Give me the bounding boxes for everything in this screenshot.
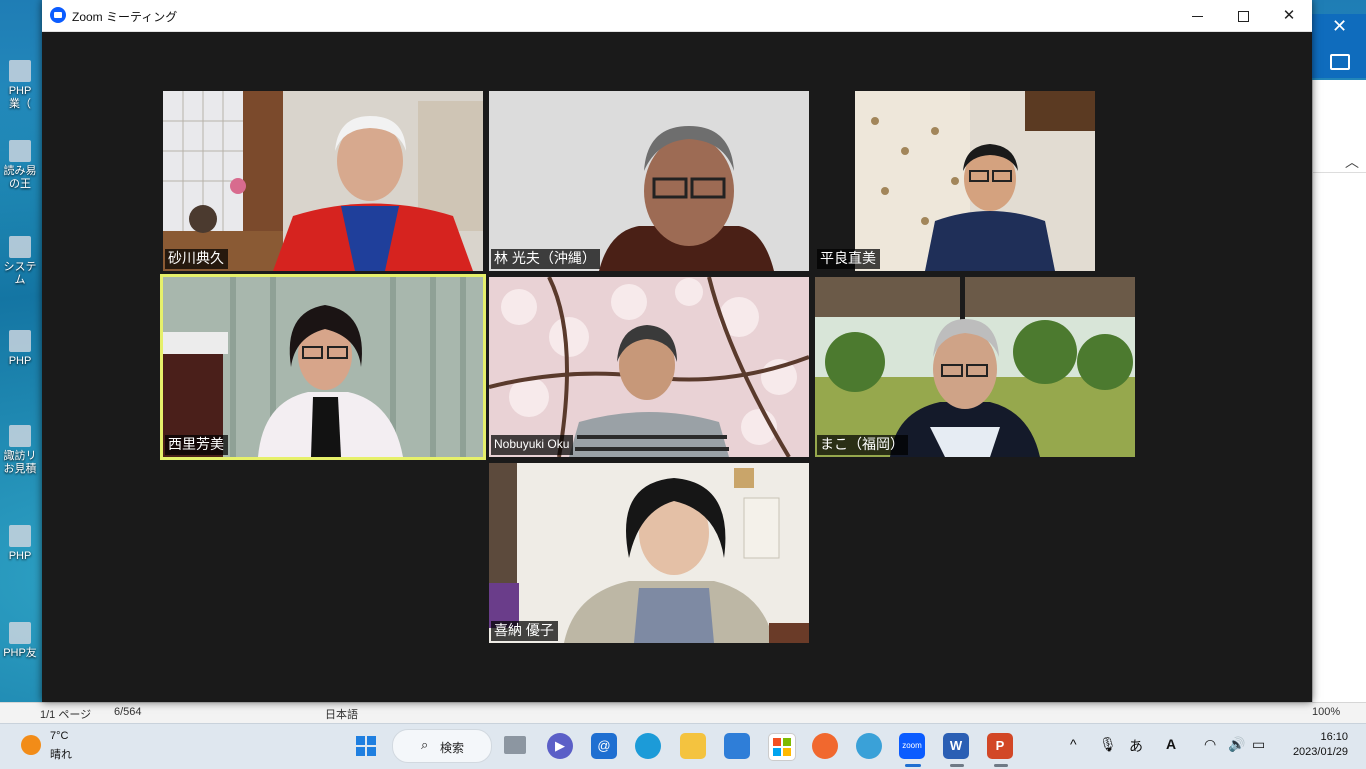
weather-condition[interactable]: 晴れ	[50, 746, 72, 762]
powerpoint-running-indicator	[994, 764, 1008, 767]
file-icon	[9, 60, 31, 82]
file-icon	[9, 236, 31, 258]
system-clock[interactable]: 16:10 2023/01/29	[1286, 730, 1348, 760]
participant-video	[163, 91, 483, 271]
language-indicator: 日本語	[325, 709, 358, 721]
participant-name: まこ（福岡）	[817, 435, 908, 455]
word-running-indicator	[950, 764, 964, 767]
notification-panel: ✕	[1312, 14, 1366, 78]
participant-video	[163, 277, 483, 457]
minimize-icon	[1191, 15, 1203, 17]
chevron-up-icon[interactable]: ︿	[1345, 152, 1359, 172]
powerpoint-icon[interactable]: P	[987, 733, 1013, 759]
pen-icon[interactable]: A	[1166, 736, 1176, 752]
window-title: Zoom ミーティング	[72, 10, 178, 24]
task-view-icon[interactable]	[504, 736, 526, 754]
participant-name: 砂川典久	[165, 249, 228, 269]
page-count: 1/1 ページ	[40, 709, 92, 721]
video-tile[interactable]: 平良直美	[815, 91, 1135, 271]
video-tile[interactable]: 喜納 優子	[489, 463, 809, 643]
weather-app-icon[interactable]	[856, 733, 882, 759]
desktop-icon[interactable]: PHP	[0, 330, 40, 368]
zoom-meeting-window: Zoom ミーティング ✕ 砂川典久 林 光夫（沖縄） 平良直美 西里芳美 No…	[42, 0, 1312, 702]
start-icon[interactable]	[353, 733, 379, 759]
file-explorer-icon[interactable]	[680, 733, 706, 759]
mail-at-icon[interactable]: @	[591, 733, 617, 759]
battery-icon[interactable]: ▭	[1252, 736, 1265, 753]
desktop-icon[interactable]: PHP	[0, 525, 40, 563]
maximize-icon	[1237, 10, 1249, 22]
weather-sun-icon[interactable]	[21, 735, 41, 755]
participant-name: Nobuyuki Oku	[491, 435, 574, 455]
maximize-button[interactable]	[1220, 0, 1266, 31]
mail-icon[interactable]	[724, 733, 750, 759]
participant-video	[489, 463, 809, 643]
title-bar: Zoom ミーティング ✕	[42, 0, 1312, 32]
participant-video	[815, 277, 1135, 457]
desktop-icon[interactable]: 読み易 の王	[0, 140, 40, 191]
file-icon	[9, 330, 31, 352]
edge-icon[interactable]	[635, 733, 661, 759]
video-tile-active-speaker[interactable]: 西里芳美	[160, 274, 486, 460]
weather-temperature[interactable]: 7°C	[50, 730, 68, 742]
close-icon[interactable]: ✕	[1332, 16, 1347, 37]
tray-chevron-icon[interactable]: ^	[1070, 736, 1077, 752]
zoom-logo-icon	[50, 7, 66, 23]
participant-name: 西里芳美	[165, 435, 228, 455]
volume-icon[interactable]: 🔊	[1228, 736, 1245, 753]
zoom-icon[interactable]: zoom	[899, 733, 925, 759]
app-icon[interactable]	[812, 733, 838, 759]
video-tile[interactable]: 砂川典久	[163, 91, 483, 271]
taskbar-search[interactable]: ⌕ 検索	[392, 729, 492, 763]
word-count: 6/564	[114, 706, 142, 718]
desktop-icon[interactable]: 諏訪リ お見積	[0, 425, 40, 476]
desktop-icon[interactable]: システム	[0, 236, 40, 287]
participant-name: 平良直美	[817, 249, 880, 269]
desktop-icon[interactable]: PHP友	[0, 622, 40, 660]
word-icon[interactable]: W	[943, 733, 969, 759]
minimize-button[interactable]	[1174, 0, 1220, 31]
participant-name: 林 光夫（沖縄）	[491, 249, 600, 269]
wifi-icon[interactable]: ◠	[1204, 736, 1216, 753]
store-icon[interactable]	[768, 733, 796, 761]
file-icon	[9, 140, 31, 162]
file-icon	[9, 425, 31, 447]
taskbar: 7°C 晴れ ⌕ 検索 ▶ @ zoom W P ^ 🎙 あ A ◠ 🔊 ▭ 1…	[0, 723, 1366, 769]
clock-date: 2023/01/29	[1292, 746, 1348, 758]
chat-icon[interactable]: ▶	[547, 733, 573, 759]
close-button[interactable]: ✕	[1266, 0, 1312, 31]
desktop-icon[interactable]: PHP 業（	[0, 60, 40, 111]
word-status-bar: 1/1 ページ 6/564 日本語 100%	[0, 702, 1366, 724]
participant-video	[489, 91, 809, 271]
participant-video	[489, 277, 809, 457]
video-tile[interactable]: 林 光夫（沖縄）	[489, 91, 809, 271]
video-tile[interactable]: まこ（福岡）	[815, 277, 1135, 457]
participant-name: 喜納 優子	[491, 621, 558, 641]
ime-indicator[interactable]: あ	[1129, 736, 1143, 756]
zoom-active-indicator	[905, 764, 921, 767]
participant-video	[815, 91, 1135, 271]
ruler-line	[1313, 172, 1366, 173]
clock-time: 16:10	[1320, 731, 1348, 743]
video-tile[interactable]: Nobuyuki Oku	[489, 277, 809, 457]
zoom-level: 100%	[1312, 706, 1341, 718]
word-document-edge: ︿	[1312, 80, 1366, 723]
file-icon	[9, 622, 31, 644]
search-icon: ⌕	[421, 737, 429, 752]
microphone-icon[interactable]: 🎙	[1099, 736, 1117, 753]
file-icon	[9, 525, 31, 547]
chat-icon[interactable]	[1330, 54, 1350, 70]
